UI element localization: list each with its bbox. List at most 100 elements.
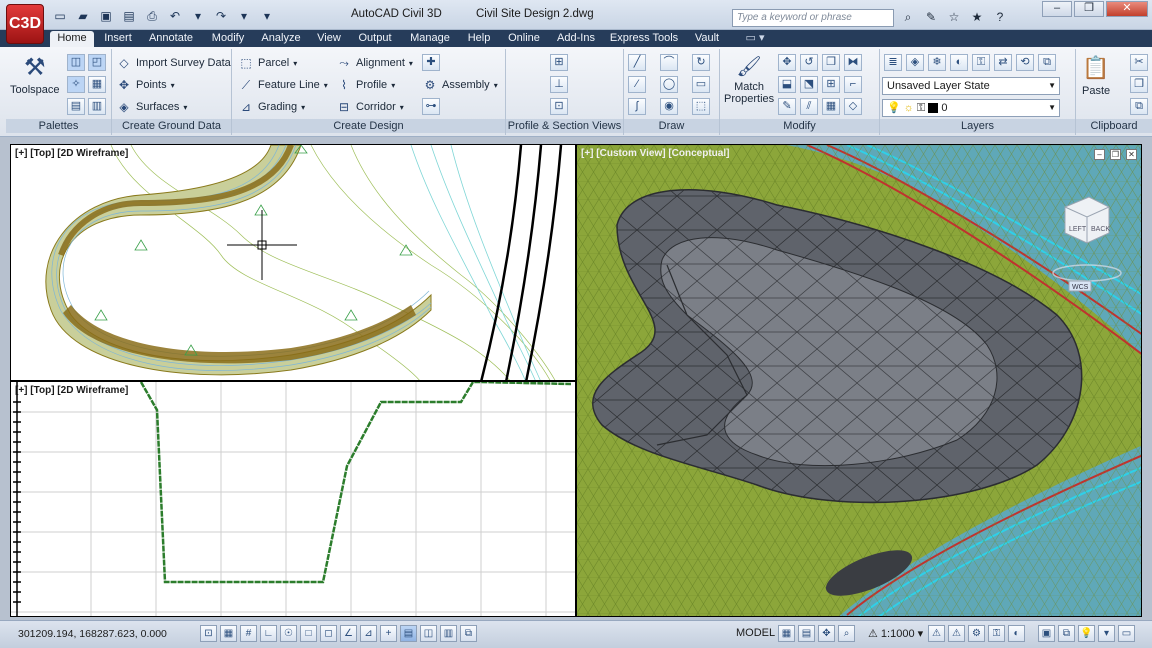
properties-icon[interactable]: ▤ <box>67 98 85 115</box>
tab-online[interactable]: Online <box>502 31 546 47</box>
tab-help[interactable]: Help <box>461 31 497 47</box>
line-icon[interactable]: ╱ <box>628 54 646 71</box>
isolate-objects-icon[interactable]: ◐ <box>1008 625 1025 642</box>
alignment-button[interactable]: ⤳ Alignment ▾ <box>336 55 413 71</box>
zoom-icon[interactable]: ⌕ <box>838 625 855 642</box>
tab-vault[interactable]: Vault <box>687 31 727 47</box>
polyline-icon[interactable]: ⌒ <box>660 54 678 71</box>
minimize-button[interactable]: – <box>1042 1 1072 17</box>
tab-insert[interactable]: Insert <box>98 31 138 47</box>
help-icon[interactable]: ? <box>992 9 1008 25</box>
intersection-icon[interactable]: ✚ <box>422 54 440 71</box>
layer-state-dropdown[interactable]: Unsaved Layer State ▼ <box>882 77 1060 95</box>
settings-icon[interactable]: ◰ <box>88 54 106 71</box>
construction-line-icon[interactable]: ⁄ <box>628 76 646 93</box>
profile-view-icon[interactable]: ⊞ <box>550 54 568 71</box>
infer-constraints-icon[interactable]: ⊡ <box>200 625 217 642</box>
corridor-button[interactable]: ⊟ Corridor ▾ <box>336 99 404 115</box>
erase-icon[interactable]: ✎ <box>778 98 796 115</box>
layer-properties-icon[interactable]: ≣ <box>884 54 902 71</box>
pan-icon[interactable]: ✥ <box>818 625 835 642</box>
profile-button[interactable]: ⌇ Profile ▾ <box>336 77 395 93</box>
panel-create-design-label[interactable]: Create Design <box>232 119 505 133</box>
qat-customize-icon[interactable]: ▾ <box>257 8 277 24</box>
tab-express-tools[interactable]: Express Tools <box>606 31 682 47</box>
current-layer-dropdown[interactable]: 💡 ☼ ⚿ 0 ▼ <box>882 99 1060 117</box>
notification-icon[interactable]: 💡 <box>1078 625 1095 642</box>
parcel-button[interactable]: ⬚ Parcel ▾ <box>238 55 297 71</box>
tab-annotate[interactable]: Annotate <box>143 31 199 47</box>
toolspace-button[interactable]: ⚒ Toolspace <box>10 53 60 96</box>
toolbox-icon[interactable]: ▦ <box>88 76 106 93</box>
favorites-icon[interactable]: ★ <box>969 9 985 25</box>
close-button[interactable]: ✕ <box>1106 1 1148 17</box>
layer-match-icon[interactable]: ⇄ <box>994 54 1012 71</box>
viewport-profile[interactable]: [+] [Top] [2D Wireframe] <box>10 381 576 617</box>
model-space-label[interactable]: MODEL <box>736 627 775 639</box>
tab-modify[interactable]: Modify <box>204 31 252 47</box>
open-file-icon[interactable]: ▰ <box>73 8 93 24</box>
search-input[interactable]: Type a keyword or phrase <box>732 9 894 27</box>
application-menu-button[interactable]: C3D <box>6 4 44 44</box>
panorama-icon[interactable]: ▥ <box>88 98 106 115</box>
restore-button[interactable]: ❐ <box>1074 1 1104 17</box>
polar-tracking-icon[interactable]: ☉ <box>280 625 297 642</box>
panel-layers-label[interactable]: Layers <box>880 119 1075 133</box>
panel-draw-label[interactable]: Draw <box>624 119 719 133</box>
spline-icon[interactable]: ∫ <box>628 98 646 115</box>
panel-clipboard-label[interactable]: Clipboard <box>1076 119 1152 133</box>
lineweight-icon[interactable]: ▤ <box>400 625 417 642</box>
sample-lines-icon[interactable]: ⊥ <box>550 76 568 93</box>
array-icon[interactable]: ⊞ <box>822 76 840 93</box>
annotation-scale[interactable]: ⚠ 1:1000 ▾ <box>868 627 923 640</box>
subscription-icon[interactable]: ✎ <box>923 9 939 25</box>
tab-view[interactable]: View <box>311 31 347 47</box>
explode-icon[interactable]: ◇ <box>844 98 862 115</box>
ribbon-minimize-icon[interactable]: ▭ ▾ <box>735 31 775 47</box>
grid-display-icon[interactable]: # <box>240 625 257 642</box>
save-as-icon[interactable]: ▤ <box>119 8 139 24</box>
tab-analyze[interactable]: Analyze <box>256 31 306 47</box>
panel-profile-section-label[interactable]: Profile & Section Views <box>506 119 623 133</box>
viewport-restore-icon[interactable]: ❐ <box>1110 149 1121 160</box>
selection-cycling-icon[interactable]: ⧉ <box>460 625 477 642</box>
layer-previous-icon[interactable]: ⟲ <box>1016 54 1034 71</box>
print-icon[interactable]: ⎙ <box>142 8 162 24</box>
tray-settings-icon[interactable]: ⧉ <box>1058 625 1075 642</box>
tab-manage[interactable]: Manage <box>404 31 456 47</box>
cut-icon[interactable]: ✂ <box>1130 54 1148 71</box>
rotate-icon[interactable]: ↻ <box>692 54 710 71</box>
pipe-network-icon[interactable]: ⊶ <box>422 98 440 115</box>
transparency-icon[interactable]: ◫ <box>420 625 437 642</box>
viewport-plan-label[interactable]: [+] [Top] [2D Wireframe] <box>15 148 128 159</box>
stretch-icon[interactable]: ⬓ <box>778 76 796 93</box>
clean-screen-icon[interactable]: ▭ <box>1118 625 1135 642</box>
layer-isolate-icon[interactable]: ◈ <box>906 54 924 71</box>
survey-icon[interactable]: ✧ <box>67 76 85 93</box>
copy-icon[interactable]: ❐ <box>1130 76 1148 93</box>
save-icon[interactable]: ▣ <box>96 8 116 24</box>
tab-home[interactable]: Home <box>50 31 94 47</box>
coordinate-display[interactable]: 301209.194, 168287.623, 0.000 <box>18 628 167 640</box>
new-file-icon[interactable]: ▭ <box>50 8 70 24</box>
section-view-icon[interactable]: ⊡ <box>550 98 568 115</box>
panel-modify-label[interactable]: Modify <box>720 119 879 133</box>
fillet-icon[interactable]: ⌐ <box>844 76 862 93</box>
layer-lock-icon[interactable]: ⚿ <box>972 54 990 71</box>
redo-icon[interactable]: ↷ <box>211 8 231 24</box>
layer-off-icon[interactable]: ◐ <box>950 54 968 71</box>
scale-icon[interactable]: ⬔ <box>800 76 818 93</box>
annotation-visibility-icon[interactable]: ⚠ <box>928 625 945 642</box>
status-menu-icon[interactable]: ▾ <box>1098 625 1115 642</box>
region-icon[interactable]: ⬚ <box>692 98 710 115</box>
viewport-profile-label[interactable]: [+] [Top] [2D Wireframe] <box>15 385 128 396</box>
rotate-object-icon[interactable]: ↺ <box>800 54 818 71</box>
points-button[interactable]: ✥ Points ▾ <box>116 77 175 93</box>
undo-dropdown-icon[interactable]: ▾ <box>188 8 208 24</box>
panel-create-ground-data-label[interactable]: Create Ground Data <box>112 119 231 133</box>
osnap-icon[interactable]: □ <box>300 625 317 642</box>
hatch-icon[interactable]: ◉ <box>660 98 678 115</box>
quick-properties-icon[interactable]: ▥ <box>440 625 457 642</box>
feature-line-button[interactable]: ⟋ Feature Line ▾ <box>238 77 328 93</box>
rectangle-icon[interactable]: ▭ <box>692 76 710 93</box>
